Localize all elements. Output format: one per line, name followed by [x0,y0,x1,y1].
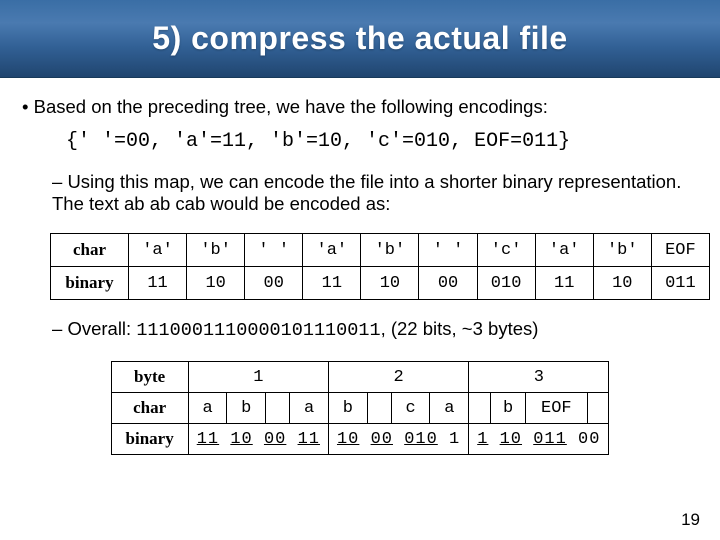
using-map-text: Using this map, we can encode the file i… [22,171,698,215]
binary-cell: 00 [419,267,477,300]
binary-cell: 11 [303,267,361,300]
char-cell: 'a' [129,234,187,267]
row-header-char: char [51,234,129,267]
overall-suffix: , (22 bits, ~3 bytes) [381,318,539,339]
char2-cell [266,393,290,424]
byte-binary-cell: 11 10 00 11 [188,424,328,455]
overall-prefix: Overall: [67,318,136,339]
char2-cell [367,393,391,424]
char2-cell: a [290,393,329,424]
table-row: byte 1 2 3 [111,362,609,393]
char2-cell: b [227,393,266,424]
encodings-line: {' '=00, 'a'=11, 'b'=10, 'c'=010, EOF=01… [22,124,698,171]
intro-bullet: Based on the preceding tree, we have the… [22,96,698,118]
slide-title: 5) compress the actual file [152,20,567,57]
overall-bits: 1110001110000101110011 [136,320,380,341]
row-header-byte: byte [111,362,188,393]
char-cell: 'a' [303,234,361,267]
row-header-binary: binary [51,267,129,300]
row-header-char2: char [111,393,188,424]
binary-cell: 010 [477,267,535,300]
binary-cell: 11 [535,267,593,300]
char-cell: 'b' [593,234,651,267]
byte-number-cell: 2 [328,362,468,393]
table-row: char a b a b c a b EOF [111,393,609,424]
overall-line: Overall: 1110001110000101110011, (22 bit… [22,318,698,341]
char2-cell: c [391,393,430,424]
byte-table: byte 1 2 3 char a b a b c a b [111,361,610,455]
page-number: 19 [681,510,700,530]
char2-cell: b [328,393,367,424]
table-row: binary 11 10 00 11 10 00 010 1 1 10 011 … [111,424,609,455]
byte-binary-cell: 1 10 011 00 [469,424,609,455]
char-cell: EOF [651,234,709,267]
byte-binary-cell: 10 00 010 1 [328,424,468,455]
table-row: binary 11 10 00 11 10 00 010 11 10 011 [51,267,710,300]
title-bar: 5) compress the actual file [0,0,720,78]
byte-table-wrap: byte 1 2 3 char a b a b c a b [22,353,698,455]
slide: 5) compress the actual file Based on the… [0,0,720,540]
char-cell: ' ' [245,234,303,267]
char-cell: 'a' [535,234,593,267]
binary-cell: 11 [129,267,187,300]
binary-cell: 10 [593,267,651,300]
slide-body: Based on the preceding tree, we have the… [0,78,720,455]
char-cell: 'b' [187,234,245,267]
byte-number-cell: 1 [188,362,328,393]
table-row: char 'a' 'b' ' ' 'a' 'b' ' ' 'c' 'a' 'b'… [51,234,710,267]
binary-cell: 00 [245,267,303,300]
binary-cell: 10 [187,267,245,300]
char-cell: 'b' [361,234,419,267]
encoding-table-wrap: char 'a' 'b' ' ' 'a' 'b' ' ' 'c' 'a' 'b'… [22,227,698,318]
binary-cell: 10 [361,267,419,300]
char2-cell: a [430,393,469,424]
byte-number-cell: 3 [469,362,609,393]
char2-cell [469,393,491,424]
char-cell: 'c' [477,234,535,267]
char2-cell [587,393,609,424]
char2-cell: b [491,393,526,424]
row-header-binary2: binary [111,424,188,455]
encoding-table: char 'a' 'b' ' ' 'a' 'b' ' ' 'c' 'a' 'b'… [50,233,710,300]
char2-cell: a [188,393,227,424]
char2-cell: EOF [526,393,587,424]
binary-cell: 011 [651,267,709,300]
char-cell: ' ' [419,234,477,267]
